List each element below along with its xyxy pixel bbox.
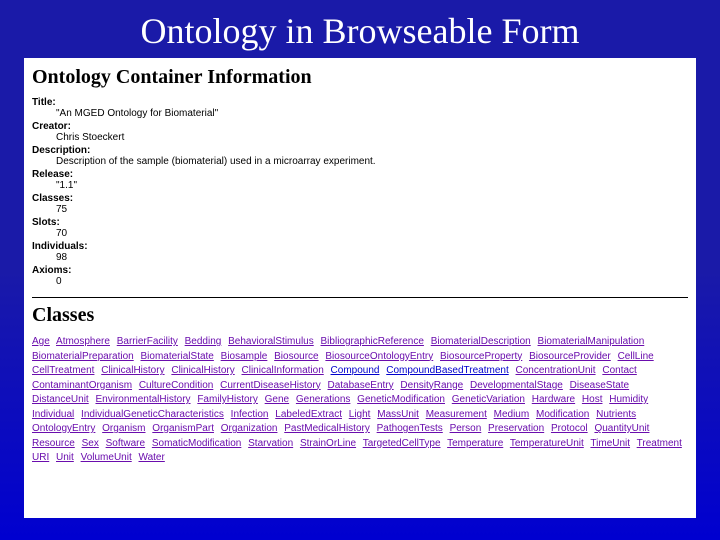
class-link[interactable]: BiomaterialPreparation [32, 351, 134, 362]
container-heading: Ontology Container Information [32, 66, 688, 89]
class-link[interactable]: CellLine [618, 351, 654, 362]
class-link[interactable]: Contact [602, 365, 636, 376]
class-link[interactable]: PastMedicalHistory [284, 423, 370, 434]
class-link[interactable]: Starvation [248, 438, 293, 449]
class-link[interactable]: FamilyHistory [197, 394, 258, 405]
creator-label: Creator: [32, 121, 688, 132]
class-link[interactable]: BarrierFacility [117, 336, 178, 347]
class-link[interactable]: URI [32, 452, 49, 463]
title-label: Title: [32, 97, 688, 108]
class-link[interactable]: BiosourceProvider [529, 351, 611, 362]
class-link[interactable]: Gene [265, 394, 289, 405]
class-link[interactable]: BiomaterialDescription [431, 336, 531, 347]
class-link[interactable]: Biosource [274, 351, 318, 362]
class-link[interactable]: DevelopmentalStage [470, 380, 563, 391]
class-link[interactable]: Protocol [551, 423, 588, 434]
creator-value: Chris Stoeckert [56, 132, 688, 143]
classes-count-value: 75 [56, 204, 688, 215]
class-link[interactable]: Organism [102, 423, 145, 434]
class-link[interactable]: Individual [32, 409, 74, 420]
class-link[interactable]: SomaticModification [152, 438, 241, 449]
slide-title: Ontology in Browseable Form [0, 0, 720, 58]
class-link[interactable]: ContaminantOrganism [32, 380, 132, 391]
title-value: "An MGED Ontology for Biomaterial" [56, 108, 688, 119]
class-link[interactable]: CompoundBasedTreatment [386, 365, 508, 376]
classes-heading: Classes [32, 304, 688, 327]
class-link[interactable]: IndividualGeneticCharacteristics [81, 409, 224, 420]
class-link[interactable]: Measurement [426, 409, 487, 420]
class-link[interactable]: Bedding [185, 336, 222, 347]
class-link[interactable]: Host [582, 394, 603, 405]
class-link[interactable]: Treatment [637, 438, 682, 449]
slots-value: 70 [56, 228, 688, 239]
class-link[interactable]: CultureCondition [139, 380, 214, 391]
class-link[interactable]: PathogenTests [377, 423, 443, 434]
class-link[interactable]: Medium [494, 409, 530, 420]
class-link[interactable]: Light [349, 409, 371, 420]
class-link[interactable]: CurrentDiseaseHistory [220, 380, 321, 391]
classes-count-label: Classes: [32, 193, 688, 204]
release-label: Release: [32, 169, 688, 180]
class-link[interactable]: BiomaterialManipulation [538, 336, 645, 347]
description-label: Description: [32, 145, 688, 156]
class-link[interactable]: Compound [331, 365, 380, 376]
class-link[interactable]: Resource [32, 438, 75, 449]
class-link[interactable]: Person [450, 423, 482, 434]
class-link[interactable]: VolumeUnit [81, 452, 132, 463]
class-link[interactable]: Temperature [447, 438, 503, 449]
class-link[interactable]: TargetedCellType [363, 438, 441, 449]
class-link[interactable]: BehavioralStimulus [228, 336, 314, 347]
axioms-value: 0 [56, 276, 688, 287]
divider [32, 297, 688, 298]
class-link[interactable]: BiomaterialState [141, 351, 214, 362]
class-link[interactable]: DensityRange [400, 380, 463, 391]
class-link[interactable]: ConcentrationUnit [516, 365, 596, 376]
class-link[interactable]: Software [106, 438, 145, 449]
class-link[interactable]: QuantityUnit [594, 423, 649, 434]
content-panel: Ontology Container Information Title: "A… [24, 58, 696, 518]
class-link[interactable]: Sex [82, 438, 99, 449]
class-link[interactable]: Preservation [488, 423, 544, 434]
class-link[interactable]: TimeUnit [590, 438, 630, 449]
class-link[interactable]: DatabaseEntry [327, 380, 393, 391]
class-link[interactable]: StrainOrLine [300, 438, 356, 449]
class-link[interactable]: ClinicalHistory [171, 365, 234, 376]
class-link[interactable]: Hardware [532, 394, 575, 405]
class-link[interactable]: Modification [536, 409, 589, 420]
class-link[interactable]: MassUnit [377, 409, 419, 420]
class-link[interactable]: EnvironmentalHistory [95, 394, 190, 405]
class-link[interactable]: DistanceUnit [32, 394, 89, 405]
class-link[interactable]: BiosourceOntologyEntry [325, 351, 433, 362]
class-link[interactable]: Nutrients [596, 409, 636, 420]
class-link[interactable]: Generations [296, 394, 350, 405]
class-link[interactable]: OntologyEntry [32, 423, 95, 434]
axioms-label: Axioms: [32, 265, 688, 276]
class-link[interactable]: CellTreatment [32, 365, 94, 376]
slots-label: Slots: [32, 217, 688, 228]
class-link[interactable]: Biosample [221, 351, 268, 362]
class-link[interactable]: DiseaseState [570, 380, 629, 391]
class-link[interactable]: Water [139, 452, 165, 463]
class-link[interactable]: ClinicalInformation [242, 365, 324, 376]
class-link[interactable]: BibliographicReference [321, 336, 424, 347]
class-link[interactable]: Unit [56, 452, 74, 463]
classes-list: Age Atmosphere BarrierFacility Bedding B… [32, 335, 688, 466]
class-link[interactable]: LabeledExtract [275, 409, 342, 420]
class-link[interactable]: ClinicalHistory [101, 365, 164, 376]
class-link[interactable]: Humidity [609, 394, 648, 405]
class-link[interactable]: Infection [231, 409, 269, 420]
individuals-value: 98 [56, 252, 688, 263]
individuals-label: Individuals: [32, 241, 688, 252]
class-link[interactable]: Organization [221, 423, 278, 434]
slide: Ontology in Browseable Form Ontology Con… [0, 0, 720, 540]
description-value: Description of the sample (biomaterial) … [56, 156, 688, 167]
release-value: "1.1" [56, 180, 688, 191]
class-link[interactable]: TemperatureUnit [510, 438, 584, 449]
class-link[interactable]: GeneticVariation [452, 394, 525, 405]
class-link[interactable]: BiosourceProperty [440, 351, 522, 362]
class-link[interactable]: Atmosphere [56, 336, 110, 347]
class-link[interactable]: GeneticModification [357, 394, 445, 405]
class-link[interactable]: OrganismPart [152, 423, 214, 434]
class-link[interactable]: Age [32, 336, 50, 347]
